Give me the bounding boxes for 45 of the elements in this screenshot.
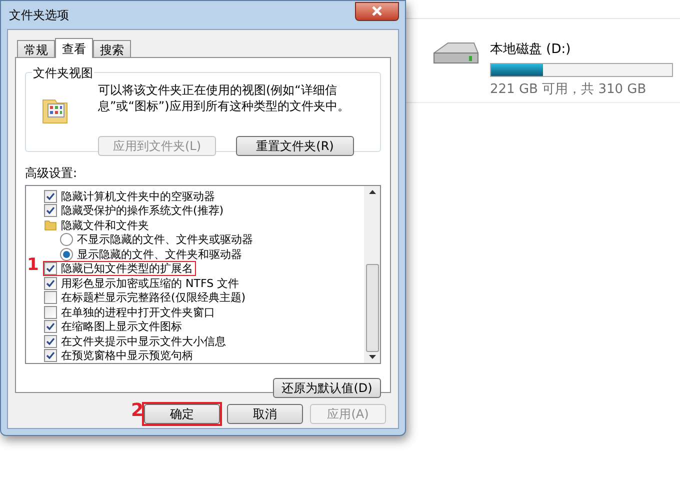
folder-view-button[interactable]: 重置文件夹(R)	[236, 136, 354, 156]
folder-view-description: 可以将该文件夹正在使用的视图(例如“详细信息”或“图标”)应用到所有这种类型的文件夹中。	[98, 82, 350, 115]
checkbox[interactable]	[44, 349, 57, 362]
checkbox[interactable]	[44, 306, 57, 319]
folder-icon	[44, 219, 57, 232]
option-label: 在缩略图上显示文件图标	[61, 320, 182, 334]
tab[interactable]: 常规	[17, 40, 55, 57]
checkbox[interactable]	[44, 320, 57, 334]
scroll-up-icon	[368, 190, 376, 194]
radio-button[interactable]	[60, 248, 73, 261]
checkbox[interactable]	[44, 334, 57, 348]
close-button[interactable]	[355, 2, 399, 20]
section-title: 高级设置:	[25, 165, 78, 182]
drive-space-text: 221 GB 可用，共 310 GB	[490, 80, 648, 98]
option-label: 在单独的进程中打开文件夹窗口	[61, 306, 215, 319]
option-label: 在文件夹提示中显示文件大小信息	[61, 334, 226, 348]
option-label: 隐藏计算机文件夹中的空驱动器	[61, 190, 215, 203]
annotation-number: 1	[27, 257, 39, 274]
tab[interactable]: 查看	[55, 38, 93, 58]
window-title: 文件夹选项	[9, 7, 69, 24]
checkbox[interactable]	[44, 291, 57, 304]
group-title: 文件夹视图	[32, 64, 94, 82]
checkbox[interactable]	[44, 276, 57, 290]
close-icon	[372, 6, 382, 16]
option-label: 用彩色显示加密或压缩的 NTFS 文件	[61, 276, 240, 290]
option-label: 隐藏受保护的操作系统文件(推荐)	[61, 204, 224, 218]
scrollbar[interactable]	[364, 186, 380, 363]
scroll-thumb[interactable]	[366, 264, 378, 352]
checkbox[interactable]	[44, 204, 57, 218]
tab[interactable]: 搜索	[93, 40, 131, 57]
radio-button[interactable]	[60, 233, 73, 246]
annotation-number: 2	[131, 402, 144, 420]
option-label: 在标题栏显示完整路径(仅限经典主题)	[61, 291, 246, 304]
drive-name: 本地磁盘 (D:)	[490, 41, 572, 59]
option-label: 不显示隐藏的文件、文件夹或驱动器	[77, 233, 253, 246]
option-label: 显示隐藏的文件、文件夹和驱动器	[77, 248, 242, 261]
group-label: 隐藏文件和文件夹	[61, 218, 149, 232]
restore-defaults-button[interactable]: 还原为默认值(D)	[273, 378, 381, 398]
dialog-button[interactable]: 确定	[144, 404, 220, 424]
option-label: 隐藏已知文件类型的扩展名	[61, 262, 193, 276]
checkbox[interactable]	[44, 262, 57, 276]
option-label: 在预览窗格中显示预览句柄	[61, 349, 193, 362]
checkbox[interactable]	[44, 190, 57, 203]
scroll-down-icon	[368, 355, 376, 359]
dialog-button[interactable]: 取消	[227, 404, 303, 424]
